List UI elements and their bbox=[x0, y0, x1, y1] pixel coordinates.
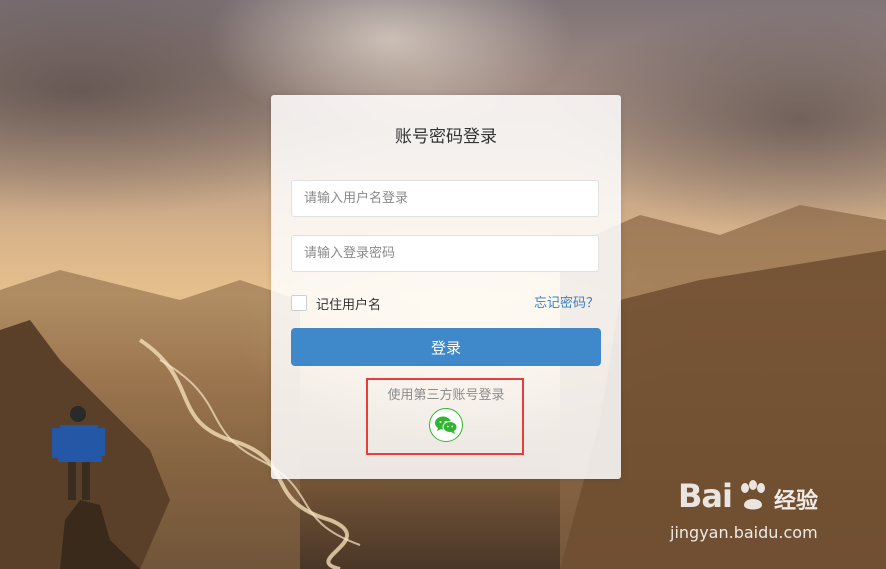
username-input[interactable] bbox=[291, 180, 599, 217]
remember-checkbox[interactable] bbox=[291, 295, 307, 311]
login-button[interactable]: 登录 bbox=[291, 328, 601, 366]
password-input[interactable] bbox=[291, 235, 599, 272]
baidu-jingyan-watermark: Bai 经验 jingyan.baidu.com bbox=[670, 477, 838, 547]
watermark-jingyan: 经验 bbox=[774, 489, 819, 514]
remember-label: 记住用户名 bbox=[316, 297, 382, 313]
forgot-password-link[interactable]: 忘记密码？ bbox=[534, 292, 599, 311]
paw-icon bbox=[741, 480, 765, 510]
watermark-url: jingyan.baidu.com bbox=[670, 523, 818, 542]
highlight-box bbox=[366, 378, 524, 455]
remember-username[interactable]: 记住用户名 bbox=[291, 293, 381, 313]
login-title: 账号密码登录 bbox=[395, 127, 497, 147]
watermark-brand: Bai bbox=[678, 477, 733, 515]
